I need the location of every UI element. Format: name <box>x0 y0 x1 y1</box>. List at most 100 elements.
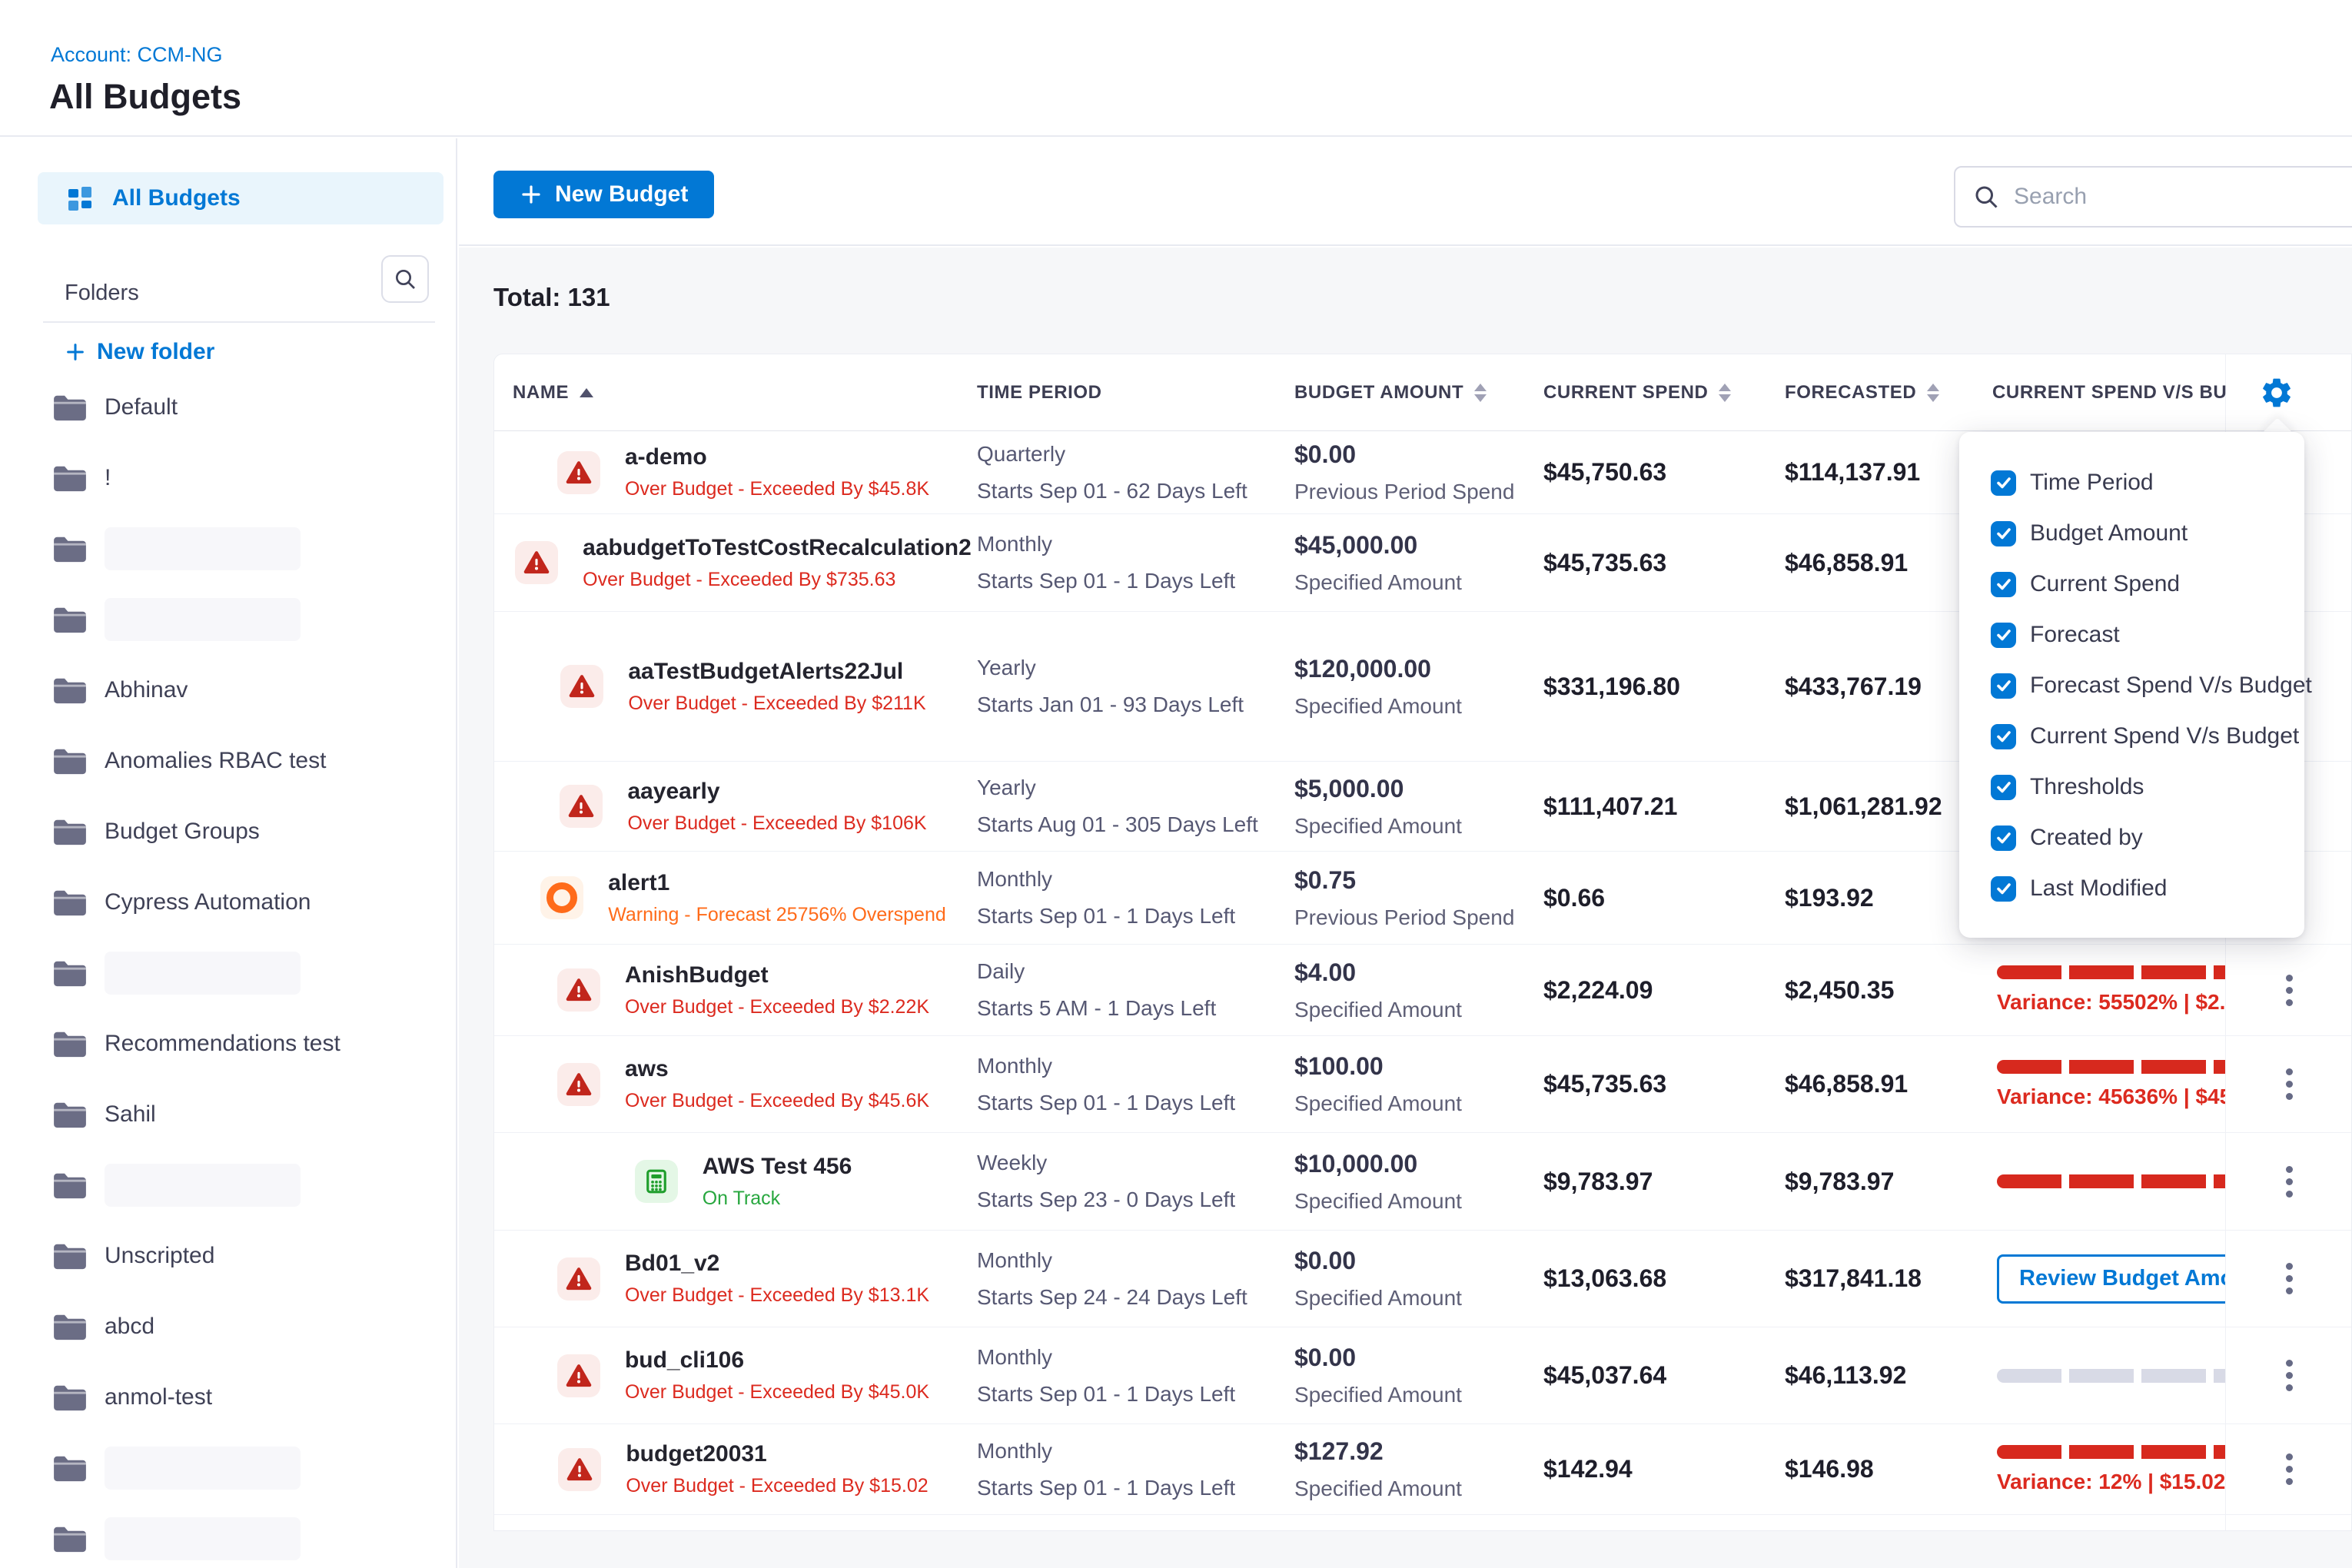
budget-amount-value: $10,000.00 <box>1294 1150 1533 1178</box>
checkbox-checked[interactable] <box>1991 876 2016 902</box>
table-row[interactable]: awsOver Budget - Exceeded By $45.6KMonth… <box>494 1036 2351 1133</box>
column-toggle-current-spend[interactable]: Current Spend <box>1991 559 2304 610</box>
status-icon-box <box>557 1063 600 1106</box>
folder-item-anmol-test[interactable]: anmol-test <box>52 1373 212 1422</box>
budget-name: aabudgetToTestCostRecalculation2 <box>583 535 972 561</box>
checkbox-checked[interactable] <box>1991 572 2016 597</box>
budget-name: aws <box>625 1056 929 1082</box>
column-settings-gear-button[interactable] <box>2259 375 2294 410</box>
current-spend-value: $13,063.68 <box>1543 1231 1774 1327</box>
redacted-folder-label <box>105 1164 301 1207</box>
table-row[interactable]: AWS Test 456On TrackWeeklyStarts Sep 23 … <box>494 1133 2351 1231</box>
current-spend-value: $9,783.97 <box>1543 1133 1774 1230</box>
column-toggle-last-modified[interactable]: Last Modified <box>1991 863 2304 914</box>
folder-item-redacted[interactable] <box>52 524 301 573</box>
forecasted-value: $46,858.91 <box>1785 1036 1985 1132</box>
checkbox-checked[interactable] <box>1991 826 2016 851</box>
redacted-folder-label <box>105 598 301 641</box>
column-toggle-current-spend-v-s-budget[interactable]: Current Spend V/s Budget <box>1991 711 2304 762</box>
column-header-current-spend[interactable]: CURRENT SPEND <box>1543 354 1731 431</box>
table-row[interactable]: budget20031Over Budget - Exceeded By $15… <box>494 1424 2351 1515</box>
status-icon-box <box>558 1448 601 1491</box>
column-toggle-label: Current Spend <box>2030 571 2180 597</box>
column-toggle-forecast[interactable]: Forecast <box>1991 610 2304 660</box>
column-toggle-time-period[interactable]: Time Period <box>1991 457 2304 508</box>
column-toggle-budget-amount[interactable]: Budget Amount <box>1991 508 2304 559</box>
spend-vs-budget-cell: Variance: 45636% | $45.6K over <box>1992 1036 2225 1132</box>
time-period-cell: MonthlyStarts Sep 01 - 1 Days Left <box>977 1036 1284 1132</box>
forecasted-value: $2,450.35 <box>1785 945 1985 1035</box>
row-actions-menu[interactable] <box>2226 945 2352 1035</box>
total-count: Total: 131 <box>493 283 610 312</box>
budget-name-cell[interactable]: AWS Test 456On Track <box>513 1133 974 1230</box>
time-period-type: Quarterly <box>977 442 1284 467</box>
folder-item--[interactable]: ! <box>52 453 111 503</box>
budget-name-cell[interactable]: budget20031Over Budget - Exceeded By $15… <box>513 1424 974 1514</box>
folder-item-sahil[interactable]: Sahil <box>52 1090 156 1139</box>
budget-name-cell[interactable]: AnishBudgetOver Budget - Exceeded By $2.… <box>513 945 974 1035</box>
folder-item-redacted[interactable] <box>52 1514 301 1563</box>
table-row[interactable]: AnishBudgetOver Budget - Exceeded By $2.… <box>494 945 2351 1036</box>
forecasted-value: $1,061,281.92 <box>1785 762 1985 851</box>
budget-name-cell[interactable]: awsOver Budget - Exceeded By $45.6K <box>513 1036 974 1132</box>
budget-bar-red <box>1997 1445 2225 1459</box>
folder-item-unscripted[interactable]: Unscripted <box>52 1231 214 1281</box>
folder-item-redacted[interactable] <box>52 1161 301 1210</box>
folder-item-anomalies-rbac-test[interactable]: Anomalies RBAC test <box>52 736 326 786</box>
column-toggle-forecast-spend-v-s-budget[interactable]: Forecast Spend V/s Budget <box>1991 660 2304 711</box>
budget-name-cell[interactable]: aaTestBudgetAlerts22JulOver Budget - Exc… <box>513 612 974 761</box>
row-actions-menu[interactable] <box>2226 1133 2352 1230</box>
folder-item-redacted[interactable] <box>52 948 301 998</box>
folder-list: Default! Abhinav Anomalies RBAC test Budget… <box>0 138 457 1568</box>
checkbox-checked[interactable] <box>1991 724 2016 749</box>
time-period-type: Monthly <box>977 1248 1284 1273</box>
checkbox-checked[interactable] <box>1991 521 2016 546</box>
folder-item-redacted[interactable] <box>52 595 301 644</box>
budget-name-cell[interactable]: aayearlyOver Budget - Exceeded By $106K <box>513 762 974 851</box>
budget-status: Warning - Forecast 25756% Overspend <box>608 904 946 926</box>
budget-name-cell[interactable]: a-demoOver Budget - Exceeded By $45.8K <box>513 431 974 513</box>
column-toggle-created-by[interactable]: Created by <box>1991 812 2304 863</box>
time-period-cell: YearlyStarts Aug 01 - 305 Days Left <box>977 762 1284 851</box>
row-actions-menu[interactable] <box>2226 1231 2352 1327</box>
budget-amount-cell: $4.00Specified Amount <box>1294 945 1533 1035</box>
checkbox-checked[interactable] <box>1991 775 2016 800</box>
budget-name-cell[interactable]: bud_cli106Over Budget - Exceeded By $45.… <box>513 1327 974 1423</box>
budget-amount-cell: $10,000.00Specified Amount <box>1294 1133 1533 1230</box>
folder-item-recommendations-test[interactable]: Recommendations test <box>52 1019 341 1068</box>
column-header-time-period[interactable]: TIME PERIOD <box>977 354 1102 431</box>
row-actions-menu[interactable] <box>2226 1327 2352 1423</box>
folder-label: Default <box>105 394 178 420</box>
check-icon <box>1995 879 2013 898</box>
folder-item-default[interactable]: Default <box>52 383 178 432</box>
column-header-budget-amount[interactable]: BUDGET AMOUNT <box>1294 354 1487 431</box>
column-toggle-label: Created by <box>2030 825 2143 851</box>
account-breadcrumb-link[interactable]: Account: CCM-NG <box>51 43 223 67</box>
folder-item-redacted[interactable] <box>52 1443 301 1493</box>
table-row[interactable]: Bd01_v2Over Budget - Exceeded By $13.1KM… <box>494 1231 2351 1327</box>
budget-name-cell[interactable]: alert1Warning - Forecast 25756% Overspen… <box>513 852 974 944</box>
column-toggle-thresholds[interactable]: Thresholds <box>1991 762 2304 812</box>
status-icon-box <box>560 785 603 828</box>
row-actions-menu[interactable] <box>2226 1424 2352 1514</box>
checkbox-checked[interactable] <box>1991 470 2016 496</box>
forecasted-value: $46,113.92 <box>1785 1327 1985 1423</box>
folder-item-abcd[interactable]: abcd <box>52 1302 154 1351</box>
folder-item-cypress-automation[interactable]: Cypress Automation <box>52 878 311 927</box>
current-spend-value: $142.94 <box>1543 1424 1774 1514</box>
budget-name-cell[interactable]: Bd01_v2Over Budget - Exceeded By $13.1K <box>513 1231 974 1327</box>
folder-item-abhinav[interactable]: Abhinav <box>52 666 188 715</box>
column-header-name[interactable]: NAME <box>513 354 593 431</box>
checkbox-checked[interactable] <box>1991 673 2016 699</box>
new-budget-button[interactable]: New Budget <box>493 171 714 218</box>
budget-name-cell[interactable]: aabudgetToTestCostRecalculation2Over Bud… <box>513 514 974 611</box>
folder-item-budget-groups[interactable]: Budget Groups <box>52 807 260 856</box>
column-header-forecasted[interactable]: FORECASTED <box>1785 354 1939 431</box>
search-input[interactable] <box>2014 184 2306 210</box>
row-actions-menu[interactable] <box>2226 1036 2352 1132</box>
review-budget-amount-button[interactable]: Review Budget Amount <box>1997 1254 2225 1304</box>
table-row[interactable]: bud_cli106Over Budget - Exceeded By $45.… <box>494 1327 2351 1424</box>
check-icon <box>1995 727 2013 746</box>
current-spend-value: $45,735.63 <box>1543 514 1774 611</box>
checkbox-checked[interactable] <box>1991 623 2016 648</box>
